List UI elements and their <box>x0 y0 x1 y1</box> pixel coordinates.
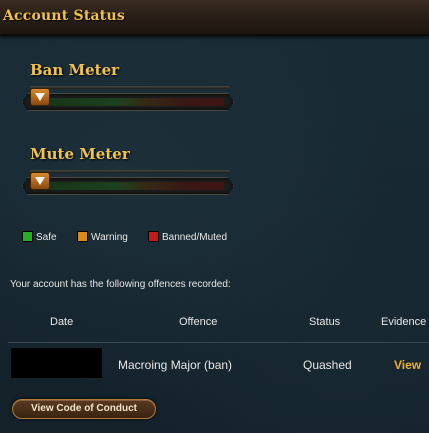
ban-meter-marker <box>30 88 50 106</box>
ban-meter-gradient <box>32 98 224 106</box>
offences-intro: Your account has the following offences … <box>10 279 231 290</box>
mute-meter-marker <box>30 172 50 190</box>
warning-swatch-icon <box>77 231 88 242</box>
legend-warning-label: Warning <box>91 232 128 243</box>
legend-safe: Safe <box>22 231 57 243</box>
mute-meter-gradient <box>32 182 224 190</box>
account-status-header: Account Status <box>0 0 429 36</box>
status-cell: Quashed <box>303 358 352 372</box>
ban-meter-rail <box>30 86 230 89</box>
view-evidence-link[interactable]: View <box>394 358 421 372</box>
legend-banned-label: Banned/Muted <box>162 232 228 243</box>
redacted-date-cell <box>11 348 102 378</box>
column-date: Date <box>50 316 74 328</box>
ban-meter <box>22 86 234 116</box>
view-code-of-conduct-button[interactable]: View Code of Conduct <box>12 399 156 419</box>
ban-meter-label: Ban Meter <box>30 61 120 79</box>
mute-meter-label: Mute Meter <box>30 145 130 163</box>
page-title: Account Status <box>3 8 125 24</box>
safe-swatch-icon <box>22 231 33 242</box>
legend-safe-label: Safe <box>36 232 57 243</box>
offence-cell: Macroing Major (ban) <box>118 358 233 372</box>
column-evidence: Evidence <box>381 316 427 328</box>
down-arrow-icon <box>35 93 45 101</box>
mute-meter-rail <box>30 170 230 173</box>
banned-swatch-icon <box>148 231 159 242</box>
mute-meter <box>22 170 234 200</box>
column-status: Status <box>309 316 341 328</box>
down-arrow-icon <box>35 177 45 185</box>
column-offence: Offence <box>179 316 218 328</box>
table-divider <box>8 342 429 343</box>
legend-warning: Warning <box>77 231 128 243</box>
legend-banned: Banned/Muted <box>148 231 227 243</box>
